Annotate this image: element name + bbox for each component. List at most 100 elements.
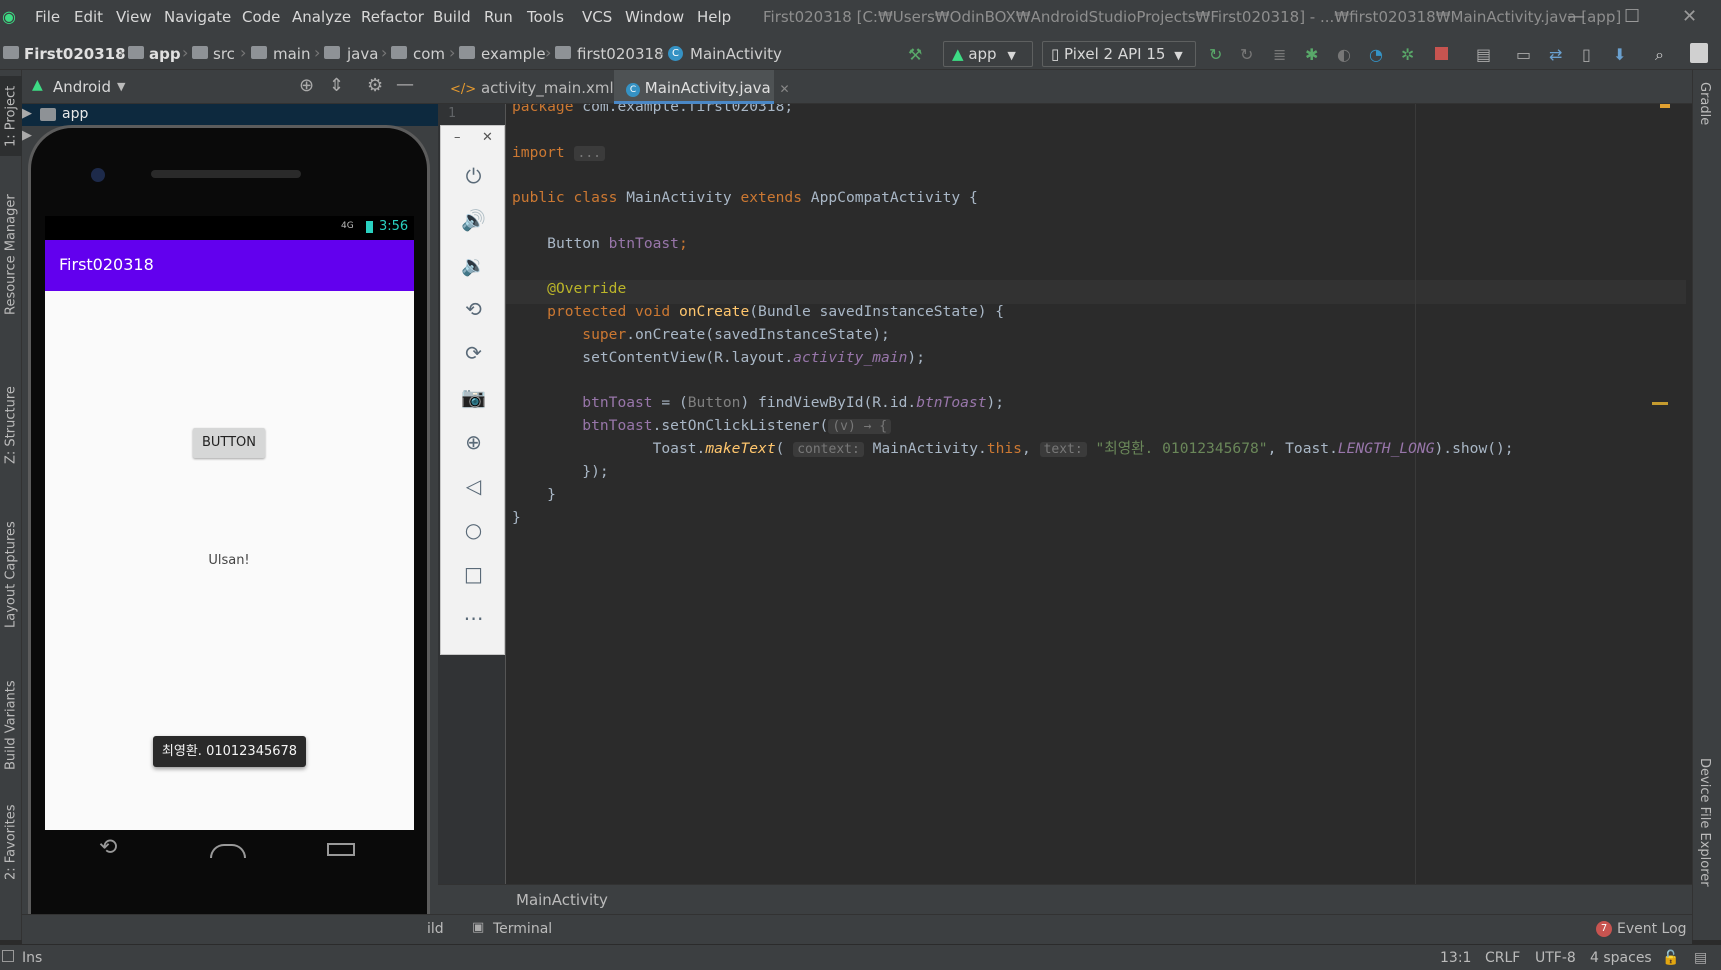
expand-arrow-icon[interactable]: ▶ xyxy=(22,106,32,121)
home-nav-icon[interactable] xyxy=(210,844,246,858)
file-encoding[interactable]: UTF-8 xyxy=(1535,950,1576,966)
avd-manager-icon[interactable]: ▭ xyxy=(1516,45,1531,64)
menu-help[interactable]: Help xyxy=(697,8,731,26)
tool-tab-gradle[interactable]: Gradle xyxy=(1697,82,1712,125)
tool-tab-build[interactable]: ild xyxy=(427,921,444,937)
rotate-right-icon[interactable]: ⟳ xyxy=(441,341,506,365)
volume-down-icon[interactable]: 🔉 xyxy=(441,253,506,277)
minimize-icon[interactable]: — xyxy=(1567,6,1585,27)
tool-tab-structure[interactable]: Z: Structure xyxy=(0,380,22,470)
menu-window[interactable]: Window xyxy=(625,8,684,26)
apply-changes-icon[interactable]: ↻ xyxy=(1240,45,1253,64)
menu-tools[interactable]: Tools xyxy=(527,8,564,26)
project-view-dropdown[interactable]: Android xyxy=(53,78,111,96)
expand-arrow-icon[interactable]: ▶ xyxy=(22,128,32,143)
code-editor[interactable]: package com.example.first020318; import … xyxy=(506,104,1686,884)
run-config-dropdown[interactable]: ▲ app ▼ xyxy=(943,41,1033,67)
line-ending[interactable]: CRLF xyxy=(1485,950,1520,966)
tool-tab-project[interactable]: 1: Project xyxy=(0,76,22,156)
zoom-icon[interactable]: ⊕ xyxy=(441,430,506,454)
tool-tab-terminal[interactable]: Terminal xyxy=(493,921,552,937)
hammer-build-icon[interactable]: ⚒ xyxy=(908,45,922,64)
breadcrumb-project[interactable]: First020318 xyxy=(24,45,126,63)
folded-imports[interactable]: ... xyxy=(573,146,605,161)
debug-icon[interactable]: ✱ xyxy=(1305,45,1318,64)
back-icon[interactable]: ◁ xyxy=(441,474,506,498)
menu-analyze[interactable]: Analyze xyxy=(292,8,351,26)
memory-indicator-icon[interactable]: ▤ xyxy=(1694,950,1707,966)
account-icon[interactable] xyxy=(1690,43,1708,63)
search-icon[interactable]: ⌕ xyxy=(1655,45,1664,65)
device-manager-icon[interactable]: ▯ xyxy=(1582,45,1591,64)
error-stripe-marker[interactable] xyxy=(1652,402,1668,405)
breadcrumb-package[interactable]: first020318 xyxy=(577,45,664,63)
locate-icon[interactable]: ⊕ xyxy=(299,75,314,96)
warning-marker-icon[interactable] xyxy=(1660,104,1670,108)
attach-debugger-icon[interactable]: ✲ xyxy=(1401,45,1414,64)
tool-tab-layout-captures[interactable]: Layout Captures xyxy=(0,510,22,640)
close-emulator-icon[interactable]: ✕ xyxy=(482,130,493,145)
recents-nav-icon[interactable] xyxy=(327,843,355,856)
show-tool-windows-icon[interactable] xyxy=(2,950,14,962)
power-icon[interactable]: ⏻ xyxy=(441,164,506,188)
tool-tab-event-log[interactable]: Event Log xyxy=(1617,921,1687,937)
volume-up-icon[interactable]: 🔊 xyxy=(441,208,506,232)
menu-refactor[interactable]: Refactor xyxy=(361,8,424,26)
tool-tab-device-file-explorer[interactable]: Device File Explorer xyxy=(1697,758,1712,887)
menu-view[interactable]: View xyxy=(116,8,152,26)
project-structure-icon[interactable]: ▤ xyxy=(1476,45,1491,64)
breadcrumb-example[interactable]: example xyxy=(481,45,546,63)
tool-tab-build-variants[interactable]: Build Variants xyxy=(0,670,22,780)
menu-navigate[interactable]: Navigate xyxy=(164,8,231,26)
rotate-left-icon[interactable]: ⟲ xyxy=(441,297,506,321)
tool-tab-resource-manager[interactable]: Resource Manager xyxy=(0,190,22,320)
close-window-icon[interactable]: ✕ xyxy=(1682,6,1697,27)
maximize-icon[interactable]: ☐ xyxy=(1624,6,1640,27)
chevron-down-icon: ▼ xyxy=(1174,49,1183,62)
back-nav-icon[interactable]: ⟲ xyxy=(99,835,117,860)
breadcrumb-mainactivity[interactable]: MainActivity xyxy=(690,45,782,63)
menu-build[interactable]: Build xyxy=(433,8,471,26)
chevron-down-icon[interactable]: ▼ xyxy=(117,80,125,93)
rerun-icon[interactable]: ↻ xyxy=(1209,45,1222,64)
stop-icon[interactable] xyxy=(1435,47,1448,60)
camera-icon[interactable]: 📷 xyxy=(441,385,506,409)
hide-panel-icon[interactable]: — xyxy=(396,74,414,95)
speaker-grille xyxy=(151,170,301,178)
editor-breadcrumb[interactable]: MainActivity xyxy=(516,891,608,909)
tree-row-selected[interactable]: ▶ app xyxy=(22,104,438,126)
coverage-icon[interactable]: ◔ xyxy=(1369,45,1383,64)
collapse-all-icon[interactable]: ⇕ xyxy=(329,75,344,96)
app-button[interactable]: BUTTON xyxy=(193,428,265,458)
menu-file[interactable]: File xyxy=(35,8,60,26)
gear-icon[interactable]: ⚙ xyxy=(367,75,383,96)
sync-gradle-icon[interactable]: ⇄ xyxy=(1549,45,1562,64)
tool-tab-favorites[interactable]: 2: Favorites xyxy=(0,800,22,885)
caret-position[interactable]: 13:1 xyxy=(1440,950,1471,966)
apply-code-changes-icon[interactable]: ≣ xyxy=(1273,45,1286,64)
tab-activity-main-xml[interactable]: </> activity_main.xml ✕ xyxy=(438,70,633,104)
breadcrumb-app[interactable]: app xyxy=(149,45,181,63)
close-tab-icon[interactable]: ✕ xyxy=(780,82,790,96)
tab-mainactivity-java[interactable]: C MainActivity.java ✕ xyxy=(614,70,790,104)
profile-icon[interactable]: ◐ xyxy=(1337,45,1351,64)
menu-run[interactable]: Run xyxy=(484,8,513,26)
more-icon[interactable]: ⋯ xyxy=(441,606,506,630)
device-dropdown[interactable]: ▯ Pixel 2 API 15 ▼ xyxy=(1042,41,1196,67)
home-icon[interactable]: ○ xyxy=(441,518,506,542)
device-icon: ▯ xyxy=(1051,45,1060,63)
breadcrumb-java[interactable]: java xyxy=(347,45,378,63)
breadcrumb-main[interactable]: main xyxy=(273,45,310,63)
overview-icon[interactable]: □ xyxy=(441,562,506,586)
tree-item-app[interactable]: app xyxy=(62,106,88,122)
lock-icon[interactable]: 🔓 xyxy=(1662,950,1679,966)
menu-vcs[interactable]: VCS xyxy=(582,8,612,26)
indent-setting[interactable]: 4 spaces xyxy=(1590,950,1652,966)
minimize-emulator-icon[interactable]: – xyxy=(454,130,461,145)
breadcrumb-com[interactable]: com xyxy=(413,45,445,63)
menu-edit[interactable]: Edit xyxy=(74,8,103,26)
menu-code[interactable]: Code xyxy=(242,8,280,26)
breadcrumb-src[interactable]: src xyxy=(213,45,235,63)
tab-label: MainActivity.java xyxy=(644,79,771,97)
sdk-manager-icon[interactable]: ⬇ xyxy=(1613,45,1626,64)
